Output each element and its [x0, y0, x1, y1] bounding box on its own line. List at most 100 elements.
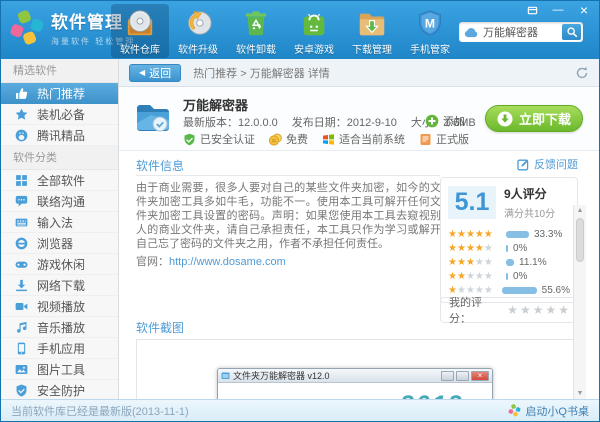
website-row: 官网：http://www.dosame.com — [136, 253, 286, 269]
add-button[interactable]: 添加 — [425, 113, 465, 129]
window-controls: — × — [525, 2, 591, 18]
rating-distribution-row: ★★★★★ 11.1% — [448, 255, 570, 269]
star-icon: ★ — [465, 256, 475, 268]
minimize-button[interactable]: — — [551, 4, 565, 16]
vertical-scrollbar[interactable]: ▲ ▼ — [573, 205, 586, 399]
star-icon: ★ — [474, 270, 484, 282]
star-icon: ★ — [483, 228, 493, 240]
software-badges: 已安全认证 免费 适合当前系统 正式版 — [183, 131, 469, 147]
screenshot-window-buttons: × — [441, 370, 489, 381]
my-rating-star[interactable]: ★ — [545, 303, 556, 317]
scrollbar-up-icon[interactable]: ▲ — [574, 207, 586, 214]
badge-label: 正式版 — [436, 134, 469, 146]
badge-system-compatible: 适合当前系统 — [322, 131, 405, 147]
status-text: 当前软件库已经是最新版(2013-11-1) — [11, 405, 189, 418]
my-rating-stars: ★ ★ ★ ★ ★ — [505, 303, 569, 317]
sidebar-item-tencent-picks[interactable]: 腾讯精品 — [1, 125, 118, 146]
sidebar-item-video-player[interactable]: 视频播放 — [1, 296, 118, 317]
my-rating-label: 我的评分： — [449, 297, 482, 325]
my-rating-star[interactable]: ★ — [558, 303, 569, 317]
pinwheel-mini-icon — [508, 404, 521, 417]
back-button[interactable]: ◀ 返回 — [129, 63, 182, 82]
sidebar-item-essential[interactable]: 装机必备 — [1, 104, 118, 125]
star-icon: ★ — [483, 256, 493, 268]
sidebar-item-hot-recommend[interactable]: 热门推荐 — [1, 83, 118, 104]
toolbar-item-label: 下载管理 — [352, 45, 392, 56]
toolbar-item-phone-manager[interactable]: M 手机管家 — [401, 4, 459, 58]
sidebar-item-input-method[interactable]: 输入法 — [1, 212, 118, 233]
sidebar-item-label: 游戏休闲 — [37, 257, 86, 272]
star-icon: ★ — [465, 228, 475, 240]
search-button[interactable] — [562, 24, 581, 40]
software-description: 由于商业需要，很多人要对自己的某些文件夹加密，如今的文件夹加密工具多如牛毛，功能… — [136, 182, 441, 250]
sidebar-item-label: 热门推荐 — [37, 86, 86, 101]
screenshot-maximize-button — [456, 370, 469, 381]
rating-row-bar — [501, 286, 537, 294]
my-rating-star[interactable]: ★ — [507, 303, 518, 317]
star-icon: ★ — [474, 242, 484, 254]
toolbar-item-android-games[interactable]: 安卓游戏 — [285, 4, 343, 58]
sidebar-item-security[interactable]: 安全防护 — [1, 380, 118, 401]
star-icon: ★ — [448, 242, 457, 254]
rating-row-stars: ★★★★★ — [448, 257, 506, 268]
windows-icon — [322, 133, 335, 146]
refresh-icon[interactable] — [575, 66, 589, 80]
add-plus-icon — [425, 114, 439, 128]
rating-row-bar — [506, 230, 529, 238]
rating-count: 9人评分 — [504, 187, 547, 201]
rating-distribution-row: ★★★★★ 0% — [448, 241, 570, 255]
main-toolbar: 软件仓库 软件升级 软件卸载 安卓游戏 下载管理 M 手机管家 — [111, 4, 459, 58]
star-icon: ★ — [456, 270, 466, 282]
sidebar-item-communication[interactable]: 联络沟通 — [1, 191, 118, 212]
close-button[interactable]: × — [577, 2, 591, 18]
toolbar-item-upgrade[interactable]: 软件升级 — [169, 4, 227, 58]
toolbar-item-uninstall[interactable]: 软件卸载 — [227, 4, 285, 58]
toolbar-item-download-manager[interactable]: 下载管理 — [343, 4, 401, 58]
scrollbar-thumb[interactable] — [576, 218, 584, 262]
sidebar-item-image-tools[interactable]: 图片工具 — [1, 359, 118, 380]
toolbar-item-warehouse[interactable]: 软件仓库 — [111, 4, 169, 58]
star-icon: ★ — [483, 242, 493, 254]
download-now-button[interactable]: 立即下载 — [485, 105, 583, 132]
my-rating-star[interactable]: ★ — [520, 303, 531, 317]
sidebar-item-label: 浏览器 — [37, 236, 74, 251]
rating-row-stars: ★★★★★ — [448, 243, 506, 254]
rating-panel: 5.1 9人评分 满分共10分 ★★★★★ 33.3% ★★★★★ 0% ★★★★★ 11… — [440, 177, 578, 303]
sidebar-item-games[interactable]: 游戏休闲 — [1, 254, 118, 275]
sidebar-item-all-software[interactable]: 全部软件 — [1, 170, 118, 191]
shield-icon — [15, 384, 28, 397]
sidebar-item-mobile-apps[interactable]: 手机应用 — [1, 338, 118, 359]
launch-qdesk-link[interactable]: 启动小Q书桌 — [508, 403, 589, 419]
software-version: 最新版本：12.0.0.0 — [183, 117, 278, 129]
screenshot-image[interactable]: 文件夹万能解密器 v12.0 × 文件夹万能解密器 2012 — [217, 368, 493, 399]
screenshot-banner: 文件夹万能解密器 2012 — [218, 383, 492, 399]
rating-row-bar — [506, 258, 514, 266]
scrollbar-down-icon[interactable]: ▼ — [574, 390, 586, 397]
grid-icon — [15, 174, 28, 187]
software-manager-window: 软件管理 海量软件 轻松管理 软件仓库 软件升级 软件卸载 安卓游戏 下载管理 M 手机管家… — [0, 0, 600, 422]
thumb-up-icon — [15, 87, 28, 100]
sidebar-item-browser[interactable]: 浏览器 — [1, 233, 118, 254]
breadcrumb: 热门推荐 > 万能解密器 详情 — [193, 67, 330, 80]
feedback-link[interactable]: 反馈问题 — [517, 156, 578, 172]
sidebar-item-label: 图片工具 — [37, 362, 86, 377]
back-arrow-icon: ◀ — [139, 68, 146, 77]
sidebar-item-label: 网络下载 — [37, 278, 86, 293]
star-icon: ★ — [483, 270, 493, 282]
search-input[interactable] — [483, 26, 562, 38]
sidebar-item-music-player[interactable]: 音乐播放 — [1, 317, 118, 338]
skin-icon[interactable] — [525, 4, 539, 16]
rating-distribution-row: ★★★★★ 33.3% — [448, 227, 570, 241]
music-note-icon — [15, 321, 28, 334]
chat-bubble-icon — [15, 195, 28, 208]
detail-content: 软件信息 由于商业需要，很多人要对自己的某些文件夹加密，如今的文件夹加密工具多如… — [119, 151, 586, 399]
badge-label: 免费 — [286, 134, 308, 146]
toolbar-item-label: 软件升级 — [178, 45, 218, 56]
my-rating-star[interactable]: ★ — [533, 303, 544, 317]
website-link[interactable]: http://www.dosame.com — [169, 256, 286, 268]
rating-row-stars: ★★★★★ — [448, 271, 506, 282]
star-icon: ★ — [448, 270, 457, 282]
sidebar-item-network-download[interactable]: 网络下载 — [1, 275, 118, 296]
screenshot-window-title: 文件夹万能解密器 v12.0 — [233, 371, 330, 381]
main-content: 万能解密器 最新版本：12.0.0.0 发布日期：2012-9-10 大小：1.6M… — [119, 87, 599, 399]
